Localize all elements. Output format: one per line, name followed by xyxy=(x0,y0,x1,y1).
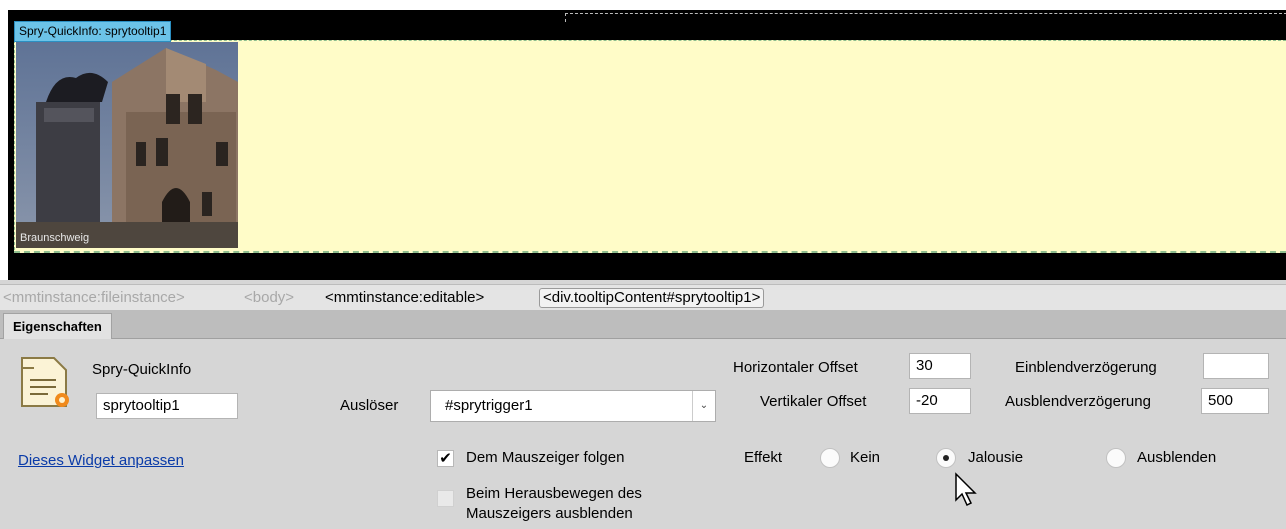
tooltip-image: Braunschweig xyxy=(16,42,238,248)
tag-fileinstance[interactable]: <mmtinstance:fileinstance> xyxy=(3,289,185,307)
effect-label: Effekt xyxy=(744,449,783,466)
v-offset-field[interactable]: -20 xyxy=(909,388,971,414)
show-delay-field[interactable] xyxy=(1203,353,1269,379)
widget-type-label: Spry-QuickInfo xyxy=(92,361,192,378)
tag-editable[interactable]: <mmtinstance:editable> xyxy=(325,289,484,307)
design-view: Braunschweig Spry-QuickInfo: sprytooltip… xyxy=(0,0,1286,280)
effect-label-jalousie: Jalousie xyxy=(968,449,1024,466)
effect-radio-kein[interactable] xyxy=(820,448,840,468)
spry-widget-icon xyxy=(21,357,69,407)
hide-on-mouseout-label-2: Mauszeigers ausblenden xyxy=(466,505,633,522)
region-outline xyxy=(565,13,1286,22)
photo-illustration xyxy=(16,42,238,248)
tab-eigenschaften[interactable]: Eigenschaften xyxy=(3,313,112,339)
tag-body[interactable]: <body> xyxy=(244,289,294,307)
widget-id-field[interactable]: sprytooltip1 xyxy=(96,393,238,419)
tag-tooltip-content[interactable]: <div.tooltipContent#sprytooltip1> xyxy=(539,288,765,308)
trigger-select-value: #sprytrigger1 xyxy=(445,397,533,414)
photo-caption: Braunschweig xyxy=(20,232,90,244)
h-offset-label: Horizontaler Offset xyxy=(733,359,858,376)
hide-delay-field[interactable]: 500 xyxy=(1201,388,1269,414)
follow-mouse-checkbox[interactable]: ✔ xyxy=(437,450,454,467)
effect-label-kein: Kein xyxy=(850,449,881,466)
checkmark-icon: ✔ xyxy=(439,450,452,467)
follow-mouse-label: Dem Mauszeiger folgen xyxy=(466,449,625,466)
customize-widget-link[interactable]: Dieses Widget anpassen xyxy=(18,452,184,469)
effect-radio-ausblenden[interactable] xyxy=(1106,448,1126,468)
v-offset-label: Vertikaler Offset xyxy=(760,393,867,410)
properties-panel: Eigenschaften Spry-QuickInfo sprytooltip… xyxy=(0,310,1286,529)
h-offset-field[interactable]: 30 xyxy=(909,353,971,379)
hide-delay-label: Ausblendverzögerung xyxy=(1005,393,1151,410)
chevron-down-icon[interactable]: ⌄ xyxy=(692,391,715,421)
trigger-label: Auslöser xyxy=(340,397,399,414)
panel-tab-row: Eigenschaften xyxy=(0,310,1286,339)
effect-label-ausblenden: Ausblenden xyxy=(1137,449,1217,466)
tag-selector: <mmtinstance:fileinstance> <body> <mmtin… xyxy=(0,284,1286,311)
hide-on-mouseout-checkbox[interactable] xyxy=(437,490,454,507)
trigger-select[interactable]: #sprytrigger1 ⌄ xyxy=(430,390,716,422)
spry-widget-tab[interactable]: Spry-QuickInfo: sprytooltip1 xyxy=(14,21,172,42)
mouse-pointer-icon xyxy=(955,472,977,507)
show-delay-label: Einblendverzögerung xyxy=(1015,359,1157,376)
hide-on-mouseout-label-1: Beim Herausbewegen des xyxy=(466,485,642,502)
effect-radio-jalousie[interactable] xyxy=(936,448,956,468)
